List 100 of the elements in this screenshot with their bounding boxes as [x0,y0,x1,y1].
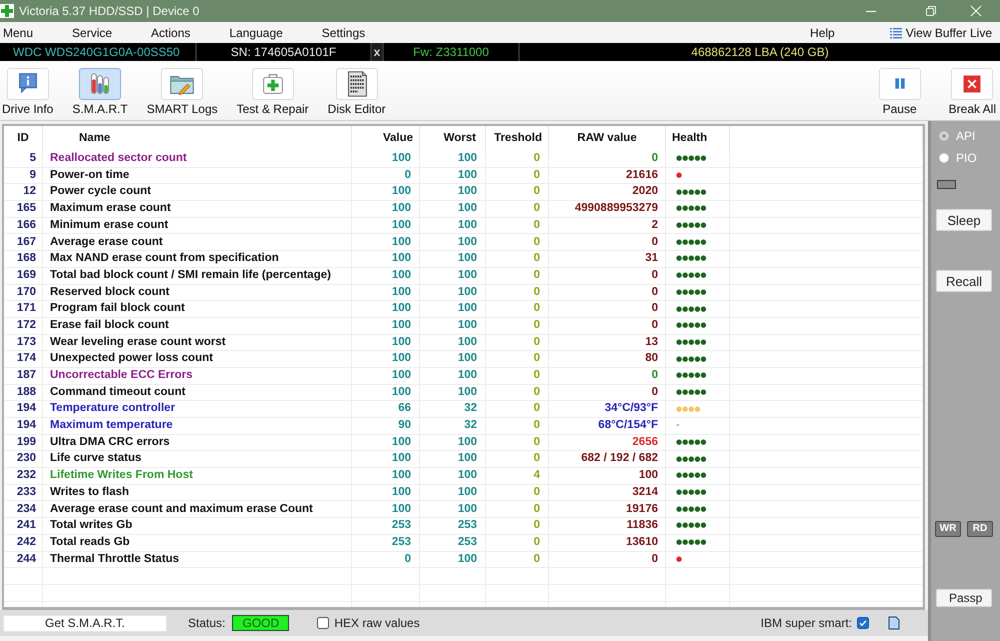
attribute-id: 194 [16,420,36,432]
raw-value: 0 [652,303,658,315]
threshold-value: 0 [534,303,540,315]
menu-item[interactable]: Menu [3,26,34,40]
cancel-icon [951,68,994,100]
current-value: 0 [404,170,411,182]
threshold-value: 0 [534,153,540,165]
current-value: 100 [392,504,411,516]
current-value: 100 [392,336,411,348]
toolbar-button[interactable]: S.M.A.R.T [72,68,128,116]
menu-item[interactable]: Actions [151,26,190,40]
current-value: 100 [392,370,411,382]
raw-value: 2656 [632,436,658,448]
recall-button[interactable]: Recall [936,270,992,292]
attribute-id: 12 [23,186,36,198]
toolbar-button[interactable]: Pause [878,68,921,116]
raw-value: 0 [652,386,658,398]
worst-value: 100 [458,286,477,298]
worst-value: 100 [458,236,477,248]
toolbar-button[interactable]: Test & Repair [236,68,309,116]
current-value: 253 [392,520,411,532]
raw-value: 0 [652,153,658,165]
threshold-value: 4 [534,470,540,482]
toolbar-button[interactable]: Break All [948,68,996,116]
raw-value: 0 [652,270,658,282]
current-value: 100 [392,186,411,198]
current-value: 100 [392,203,411,215]
menu-item[interactable]: Help [810,26,835,40]
worst-value: 100 [458,554,477,566]
serial-number: SN: 174605A0101F [230,45,336,59]
raw-value: 2020 [632,186,658,198]
radio-label: PIO [956,151,977,165]
threshold-value: 0 [534,420,540,432]
raw-value: 13610 [626,536,658,548]
raw-value: 11836 [626,520,658,532]
attribute-id: 173 [16,336,36,348]
worst-value: 100 [458,386,477,398]
sleep-button[interactable]: Sleep [936,209,992,231]
side-button[interactable]: Passp [936,589,992,607]
attribute-id: 168 [16,253,36,265]
current-value: 253 [392,536,411,548]
close-icon[interactable] [970,5,982,17]
get-smart-button[interactable]: Get S.M.A.R.T. [3,614,167,632]
attribute-id: 170 [16,286,36,298]
attribute-name: Command timeout count [50,386,186,398]
threshold-value: 0 [534,203,540,215]
toolbar-button[interactable]: Drive Info [2,68,54,116]
attribute-id: 241 [16,520,36,532]
current-value: 100 [392,286,411,298]
worst-value: 100 [458,203,477,215]
current-value: 100 [392,353,411,365]
current-value: 100 [392,303,411,315]
checkbox[interactable] [317,617,330,629]
attribute-name: Unexpected power loss count [50,353,213,365]
worst-value: 100 [458,186,477,198]
attribute-name: Average erase count [50,236,163,248]
attribute-id: 188 [16,386,36,398]
attribute-name: Minimum erase count [50,220,168,232]
document-icon[interactable] [888,616,900,630]
pause-icon [878,68,921,100]
attribute-name: Power-on time [50,170,130,182]
current-value: 90 [398,420,411,432]
worst-value: 100 [458,153,477,165]
raw-value: 100 [638,470,658,482]
checkbox-label: HEX raw values [334,615,420,632]
threshold-value: 0 [534,486,540,498]
attribute-name: Average erase count and maximum erase Count [50,504,313,516]
restore-icon[interactable] [925,5,937,17]
attribute-id: 244 [16,554,36,566]
raw-value: 80 [645,353,658,365]
view-buffer-button[interactable]: View Buffer Live [890,26,992,40]
current-value: 0 [404,554,411,566]
raw-value: 0 [652,236,658,248]
drive-model: WDC WDS240G1G0A-00SS50 [13,45,180,59]
current-value: 100 [392,253,411,265]
attribute-id: 171 [16,303,36,315]
raw-value: 0 [652,554,658,566]
worst-value: 100 [458,470,477,482]
toolbar-button[interactable]: SMART Logs [146,68,218,116]
checkbox[interactable] [857,617,869,629]
attribute-id: 199 [16,436,36,448]
column-header: Worst [444,130,476,146]
current-value: 66 [398,403,411,415]
menu-item[interactable]: Settings [322,26,366,40]
attribute-id: 5 [30,153,36,165]
attribute-name: Max NAND erase count from specification [50,253,279,265]
column-header: RAW value [577,130,637,146]
worst-value: 32 [464,420,477,432]
current-value: 100 [392,220,411,232]
worst-value: 100 [458,353,477,365]
attribute-id: 187 [16,370,36,382]
menu-item[interactable]: Service [72,26,112,40]
current-value: 100 [392,453,411,465]
toolbar-button[interactable]: Disk Editor [328,68,386,116]
threshold-value: 0 [534,336,540,348]
menu-item[interactable]: Language [229,26,283,40]
close-button[interactable]: x [370,43,382,61]
firmware-version: Fw: Z3311000 [413,45,489,59]
worst-value: 100 [458,436,477,448]
worst-value: 100 [458,320,477,332]
